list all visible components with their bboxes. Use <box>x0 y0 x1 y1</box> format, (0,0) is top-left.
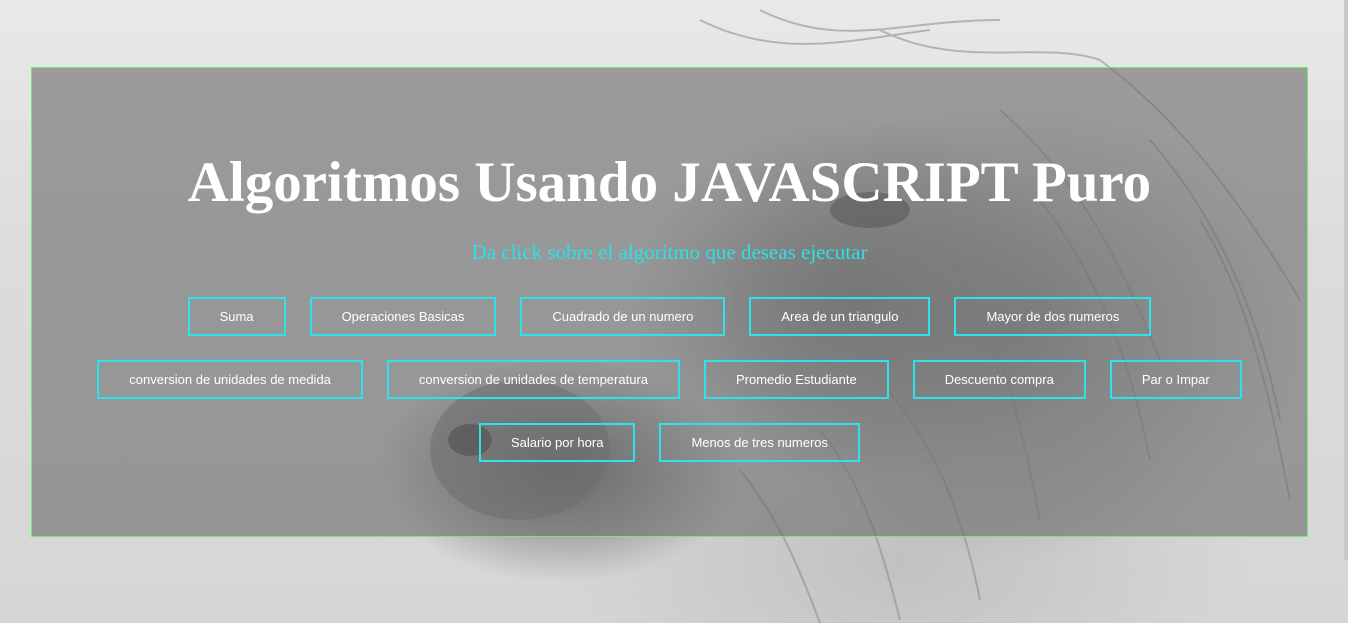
promedio-estudiante-button[interactable]: Promedio Estudiante <box>704 360 889 399</box>
conversion-medida-button[interactable]: conversion de unidades de medida <box>97 360 363 399</box>
page-title: Algoritmos Usando JAVASCRIPT Puro <box>187 151 1152 214</box>
mayor-dos-numeros-button[interactable]: Mayor de dos numeros <box>954 297 1152 336</box>
scrollbar[interactable] <box>1344 0 1348 560</box>
suma-button[interactable]: Suma <box>187 297 286 336</box>
area-triangulo-button[interactable]: Area de un triangulo <box>749 297 931 336</box>
hero-panel: Algoritmos Usando JAVASCRIPT Puro Da cli… <box>31 67 1308 537</box>
cuadrado-numero-button[interactable]: Cuadrado de un numero <box>520 297 726 336</box>
menos-tres-numeros-button[interactable]: Menos de tres numeros <box>659 423 861 462</box>
button-row-3: Salario por hora Menos de tres numeros <box>32 423 1307 462</box>
operaciones-basicas-button[interactable]: Operaciones Basicas <box>309 297 497 336</box>
descuento-compra-button[interactable]: Descuento compra <box>912 360 1086 399</box>
conversion-temperatura-button[interactable]: conversion de unidades de temperatura <box>386 360 680 399</box>
par-impar-button[interactable]: Par o Impar <box>1109 360 1242 399</box>
button-row-1: Suma Operaciones Basicas Cuadrado de un … <box>32 297 1307 336</box>
page-subtitle: Da click sobre el algoritmo que deseas e… <box>471 240 868 264</box>
salario-hora-button[interactable]: Salario por hora <box>478 423 636 462</box>
button-row-2: conversion de unidades de medida convers… <box>32 360 1307 399</box>
